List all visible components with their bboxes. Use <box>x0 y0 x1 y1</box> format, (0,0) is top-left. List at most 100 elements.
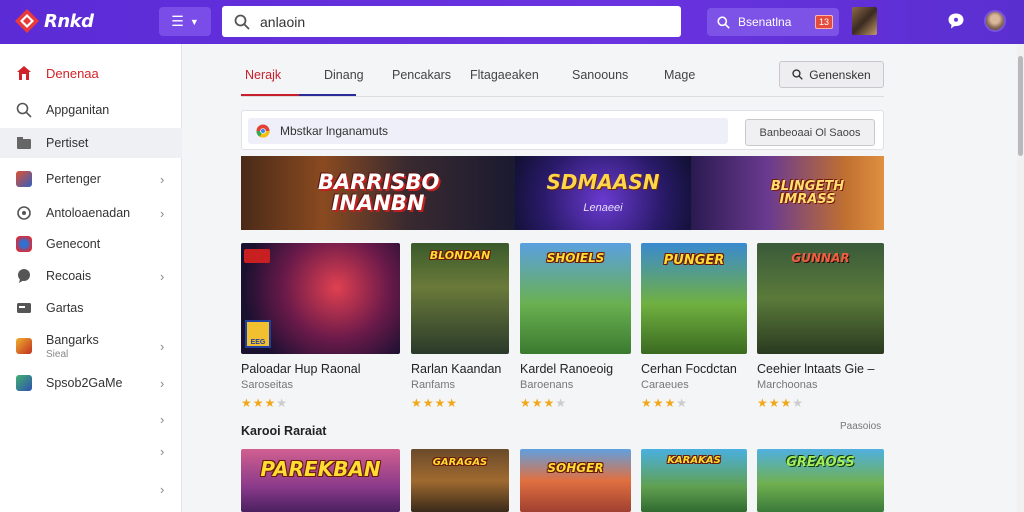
game-thumbnail-title: BLONDAN <box>429 249 491 262</box>
sidebar-item-8[interactable]: Gartas <box>0 297 182 319</box>
sidebar-item-9[interactable]: Bangarks Sieal › <box>0 329 182 363</box>
sidebar-item-label: Pertiset <box>46 136 89 150</box>
generate-button[interactable]: Genensken <box>779 61 884 88</box>
sidebar-item-home[interactable]: Denenaa <box>0 62 182 84</box>
generate-button-label: Genensken <box>809 67 871 82</box>
game-category: Ranfams <box>411 379 456 391</box>
notice-bar: Mbstkar lnganamuts Banbeoaai Ol Saoos <box>241 110 884 150</box>
game-thumbnail[interactable]: GUNNAR <box>757 243 884 354</box>
tab-4[interactable]: Fltagaeaken <box>470 64 572 97</box>
banner-panel-3[interactable]: BLINGETH IMRASS <box>691 156 884 230</box>
game-icon <box>16 171 32 187</box>
scrollbar[interactable] <box>1017 44 1024 512</box>
game-thumbnail[interactable]: BLONDAN <box>411 243 509 354</box>
card-icon <box>16 300 32 316</box>
chevron-right-icon: › <box>160 375 165 391</box>
game-thumbnail-title: PAREKBAN <box>260 457 381 481</box>
banner-panel-1[interactable]: BARRISBO INANBN <box>241 156 515 230</box>
game-card[interactable]: PUNGER Cerhan Focdctan Caraeues ★★★★ <box>641 243 747 415</box>
hero-banner[interactable]: BARRISBO INANBN SDMAASN Lenaeei BLINGETH… <box>241 156 884 230</box>
search-icon <box>234 14 250 30</box>
notice-field[interactable]: Mbstkar lnganamuts <box>248 118 728 144</box>
search-input[interactable] <box>260 13 660 30</box>
sidebar-item-label: Antoloaenadan <box>46 206 131 220</box>
app-logo[interactable]: Rnkd <box>14 6 94 36</box>
search-icon <box>16 102 32 118</box>
section-more-link[interactable]: Paasoios <box>840 421 881 432</box>
sidebar-item-label: Appganitan <box>46 103 110 117</box>
sidebar: Denenaa Appganitan Pertiset Pertenger › … <box>0 44 182 512</box>
sidebar-item-search[interactable]: Appganitan <box>0 99 182 121</box>
game-name[interactable]: Ceehier lntaats Gie – <box>757 362 874 376</box>
chevron-right-icon: › <box>160 338 165 354</box>
game-thumbnail[interactable]: GREAOSS <box>757 449 884 512</box>
tab-3[interactable]: Pencakars <box>382 64 470 97</box>
sidebar-item-10[interactable]: Spsob2GaMe › <box>0 372 182 394</box>
chevron-right-icon[interactable]: › <box>160 412 164 427</box>
game-thumbnail-title: KARAKAS <box>667 455 721 466</box>
sidebar-item-4[interactable]: Pertenger › <box>0 168 182 190</box>
game-badge: EEG <box>245 320 271 348</box>
sidebar-item-7[interactable]: Recoais › <box>0 265 182 287</box>
game-thumbnail[interactable]: EEG <box>241 243 400 354</box>
tab-1[interactable]: Nerajk <box>241 64 313 97</box>
banner-panel-2[interactable]: SDMAASN Lenaeei <box>515 156 691 230</box>
chevron-right-icon[interactable]: › <box>160 482 164 497</box>
game-category: Marchoonas <box>757 379 818 391</box>
menu-button[interactable]: ☰ ▼ <box>159 7 211 36</box>
rating-stars: ★★★★ <box>411 396 459 410</box>
sidebar-item-6[interactable]: Genecont <box>0 233 182 255</box>
game-name[interactable]: Kardel Ranoeoig <box>520 362 613 376</box>
search-count-badge: 13 <box>814 15 833 29</box>
tab-2[interactable]: Dinang <box>313 64 382 97</box>
chat-icon[interactable] <box>947 12 965 30</box>
game-thumbnail[interactable]: PUNGER <box>641 243 747 354</box>
banner-subtitle: Lenaeei <box>583 202 623 214</box>
notice-button[interactable]: Banbeoaai Ol Saoos <box>745 119 875 146</box>
discover-icon <box>16 205 32 221</box>
banner-title: BARRISBO INANBN <box>318 170 440 215</box>
scrollbar-thumb[interactable] <box>1018 56 1023 156</box>
game-avatar[interactable] <box>852 7 877 35</box>
chevron-right-icon[interactable]: › <box>160 444 164 459</box>
game-name[interactable]: Cerhan Focdctan <box>641 362 737 376</box>
rating-stars: ★★★★ <box>241 396 289 410</box>
sidebar-item-sublabel: Sieal <box>46 348 69 360</box>
game-card[interactable]: GUNNAR Ceehier lntaats Gie – Marchoonas … <box>757 243 884 415</box>
game-category: Caraeues <box>641 379 689 391</box>
tab-5[interactable]: Sanoouns <box>572 64 664 97</box>
user-avatar[interactable] <box>984 10 1006 32</box>
game-card[interactable]: SHOIELS Kardel Ranoeoig Baroenans ★★★★ <box>520 243 631 415</box>
game-thumbnail-title: SHOIELS <box>546 251 605 265</box>
game-card[interactable]: EEG Paloadar Hup Raonal Saroseitas ★★★★ <box>241 243 401 415</box>
game-name[interactable]: Paloadar Hup Raonal <box>241 362 361 376</box>
sidebar-item-label: Pertenger <box>46 172 101 186</box>
game-category: Saroseitas <box>241 379 293 391</box>
logo-icon <box>15 9 39 33</box>
search-button[interactable]: Bsenatlna 13 <box>707 8 839 36</box>
game-name[interactable]: Rarlan Kaandan <box>411 362 501 376</box>
game-thumbnail-title: SOHGER <box>547 461 604 475</box>
hamburger-icon: ☰ <box>171 13 184 29</box>
game-thumbnail[interactable]: SOHGER <box>520 449 631 512</box>
game-card[interactable]: BLONDAN Rarlan Kaandan Ranfams ★★★★ <box>411 243 509 415</box>
search-button-label: Bsenatlna <box>738 15 792 29</box>
controller-icon <box>16 236 32 252</box>
game-thumbnail-title: GREAOSS <box>786 455 855 470</box>
game-thumbnail[interactable]: SHOIELS <box>520 243 631 354</box>
search-box[interactable] <box>222 6 681 37</box>
tab-bar: Nerajk Dinang Pencakars Fltagaeaken Sano… <box>241 64 724 97</box>
chat-bubble-icon <box>16 268 32 284</box>
sidebar-item-active[interactable]: Pertiset <box>0 128 182 158</box>
game-thumbnail[interactable]: GARAGAS <box>411 449 509 512</box>
tab-6[interactable]: Mage <box>664 64 724 97</box>
game-thumbnail[interactable]: PAREKBAN <box>241 449 400 512</box>
tab-divider <box>241 96 884 97</box>
top-bar: Rnkd ☰ ▼ Bsenatlna 13 <box>0 0 1024 44</box>
game-thumbnail[interactable]: KARAKAS <box>641 449 747 512</box>
search-icon <box>792 69 804 80</box>
game-thumbnail-title: GARAGAS <box>432 457 488 468</box>
sidebar-item-5[interactable]: Antoloaenadan › <box>0 202 182 224</box>
game-icon <box>16 338 32 354</box>
sidebar-item-label: Recoais <box>46 269 92 283</box>
